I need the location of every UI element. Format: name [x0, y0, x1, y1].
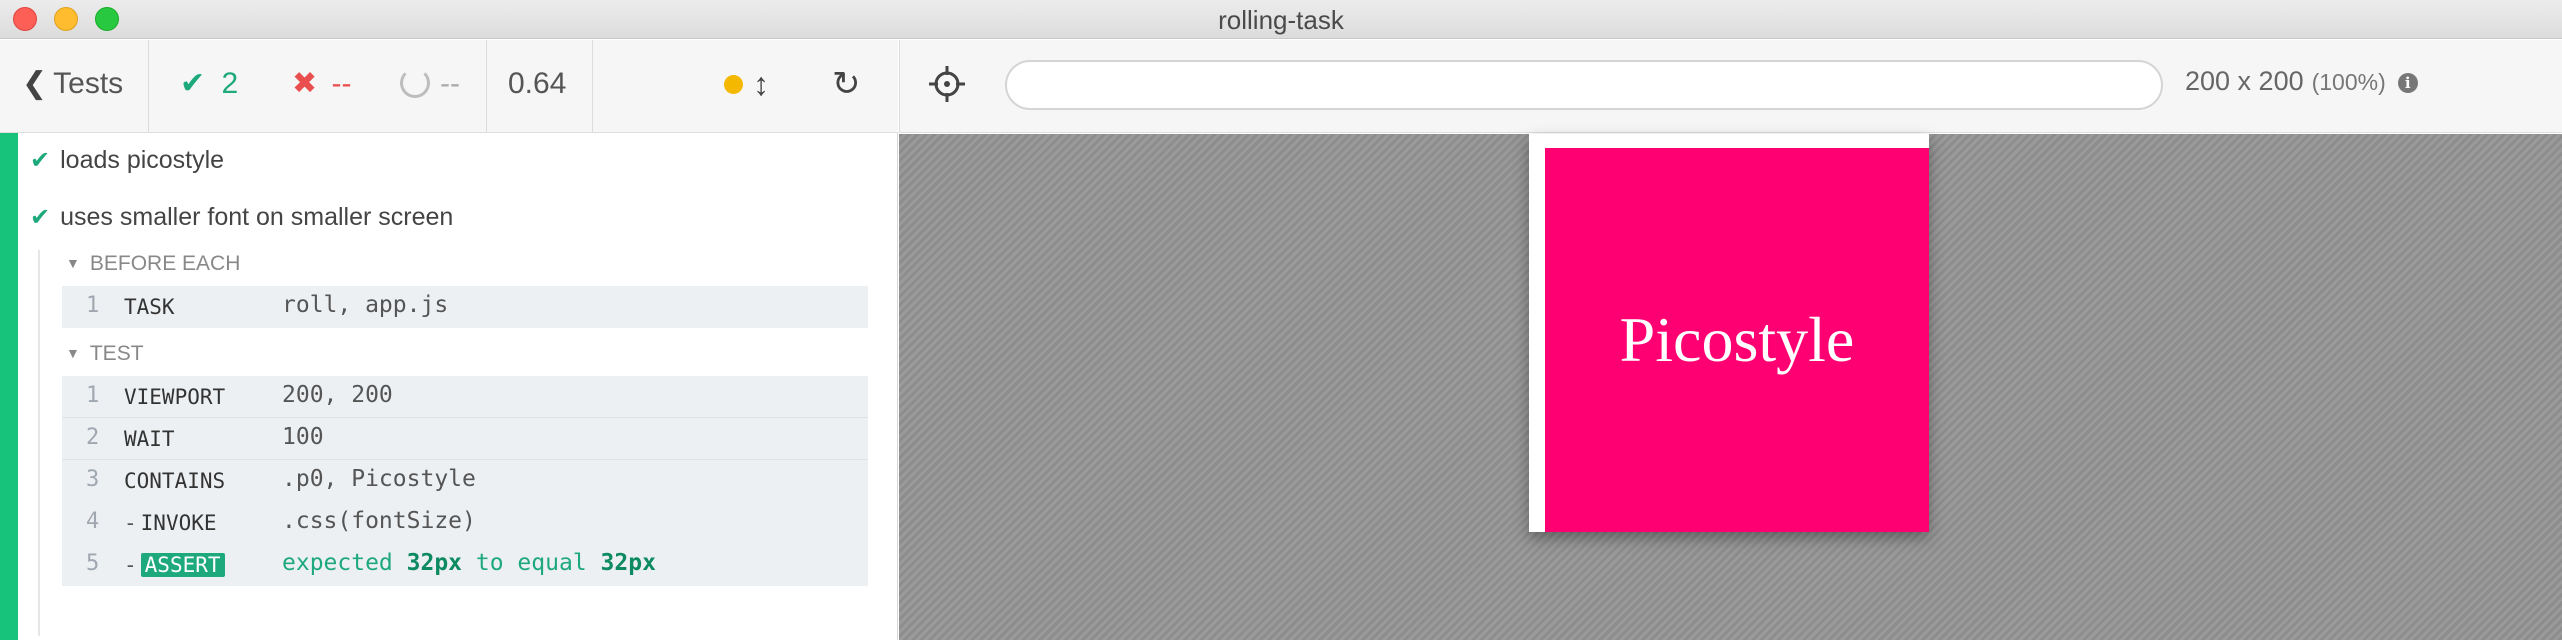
command-name-text: INVOKE [140, 511, 217, 535]
up-down-arrow-icon: ↕ [753, 66, 769, 102]
command-message: 100 [282, 424, 324, 450]
check-icon: ✔ [30, 204, 51, 231]
failed-count: -- [331, 67, 352, 100]
reporter-panel: ❮ Tests ✔ 2 ✖ -- -- 0.64 ↕ ↻ ✔ loads picos… [0, 40, 898, 640]
hook-before-each[interactable]: ▼ BEFORE EACH [66, 248, 240, 278]
viewport-size: 200 x 200 [2185, 66, 2304, 96]
autoscroll-toggle[interactable]: ↕ [724, 64, 769, 104]
reporter-header: ❮ Tests ✔ 2 ✖ -- -- 0.64 ↕ ↻ [0, 40, 898, 133]
restart-icon: ↻ [832, 65, 861, 103]
command-message: 200, 200 [282, 382, 393, 408]
command-number: 5 [86, 551, 100, 576]
test-item[interactable]: ✔ uses smaller font on smaller screen [30, 199, 453, 235]
child-prefix: - [124, 553, 137, 577]
tests-button-label: Tests [53, 67, 124, 100]
app-iframe: Picostyle [1529, 134, 1929, 532]
command-message: .p0, Picostyle [282, 466, 476, 492]
pending-count: -- [440, 67, 460, 100]
passed-stat: ✔ 2 [180, 64, 238, 104]
assert-message: expected 32px to equal 32px [282, 550, 656, 576]
assert-expected: expected [282, 550, 393, 576]
running-indicator-bar [0, 133, 18, 640]
assert-actual-value: 32px [406, 550, 463, 576]
spinner-icon [400, 68, 430, 98]
child-prefix: - [124, 511, 137, 535]
hook-title: TEST [89, 342, 144, 365]
command-name: WAIT [124, 427, 175, 451]
header-divider [899, 40, 900, 133]
aut-stage: Picostyle [899, 134, 2562, 640]
x-icon: ✖ [292, 67, 318, 100]
command-number: 4 [86, 509, 100, 534]
command-row[interactable]: 4 - INVOKE .css(fontSize) [62, 502, 868, 544]
info-icon[interactable]: i [2397, 73, 2418, 93]
passed-count: 2 [221, 67, 239, 100]
command-name: VIEWPORT [124, 385, 226, 409]
selector-playground-icon[interactable] [927, 64, 967, 104]
hooks-indent-line [38, 250, 40, 636]
command-name: TASK [124, 295, 175, 319]
status-dot-icon [724, 75, 743, 94]
caret-down-icon: ▼ [66, 255, 80, 271]
hook-title: BEFORE EACH [89, 252, 241, 275]
command-row[interactable]: 2 WAIT 100 [62, 418, 868, 460]
header-divider [592, 40, 593, 133]
assert-to-equal: to equal [475, 550, 587, 576]
tests-button[interactable]: ❮ Tests [22, 64, 123, 104]
restart-button[interactable]: ↻ [832, 64, 861, 104]
test-title: uses smaller font on smaller screen [60, 203, 454, 231]
check-icon: ✔ [30, 147, 51, 174]
command-row[interactable]: 3 CONTAINS .p0, Picostyle [62, 460, 868, 502]
test-title: loads picostyle [60, 146, 225, 174]
command-number: 3 [86, 467, 100, 492]
pending-stat: -- [400, 64, 460, 104]
url-input[interactable] [1005, 60, 2163, 110]
test-item[interactable]: ✔ loads picostyle [30, 142, 224, 178]
command-message: roll, app.js [282, 292, 449, 318]
aut-header: 200 x 200 (100%) i [899, 40, 2562, 133]
command-number: 1 [86, 293, 100, 318]
duration: 0.64 [508, 67, 567, 100]
viewport-scale: (100%) [2311, 69, 2386, 95]
command-number: 2 [86, 425, 100, 450]
command-row[interactable]: 1 TASK roll, app.js [62, 286, 868, 328]
command-row[interactable]: 1 VIEWPORT 200, 200 [62, 376, 868, 418]
window-titlebar: rolling-task [0, 0, 2562, 39]
command-name: - ASSERT [124, 553, 225, 577]
header-divider [148, 40, 149, 133]
command-number: 1 [86, 383, 100, 408]
command-name: - INVOKE [124, 511, 217, 535]
app-text: Picostyle [1619, 304, 1855, 375]
command-list: 1 VIEWPORT 200, 200 2 WAIT 100 3 CONTAIN… [62, 376, 868, 586]
picostyle-box: Picostyle [1545, 148, 1929, 532]
command-name: CONTAINS [124, 469, 226, 493]
caret-down-icon: ▼ [66, 345, 80, 361]
command-message: .css(fontSize) [282, 508, 476, 534]
command-list: 1 TASK roll, app.js [62, 286, 868, 328]
assert-expected-value: 32px [600, 550, 656, 576]
command-row[interactable]: 5 - ASSERT expected 32px to equal 32px [62, 544, 868, 586]
viewport-info: 200 x 200 (100%) i [2185, 66, 2418, 97]
assert-badge: ASSERT [140, 553, 225, 577]
header-divider [486, 40, 487, 133]
hook-test[interactable]: ▼ TEST [66, 338, 144, 368]
failed-stat: ✖ -- [292, 64, 351, 104]
window-title: rolling-task [1218, 5, 1344, 35]
chevron-left-icon: ❮ [22, 67, 48, 100]
check-icon: ✔ [180, 67, 206, 100]
